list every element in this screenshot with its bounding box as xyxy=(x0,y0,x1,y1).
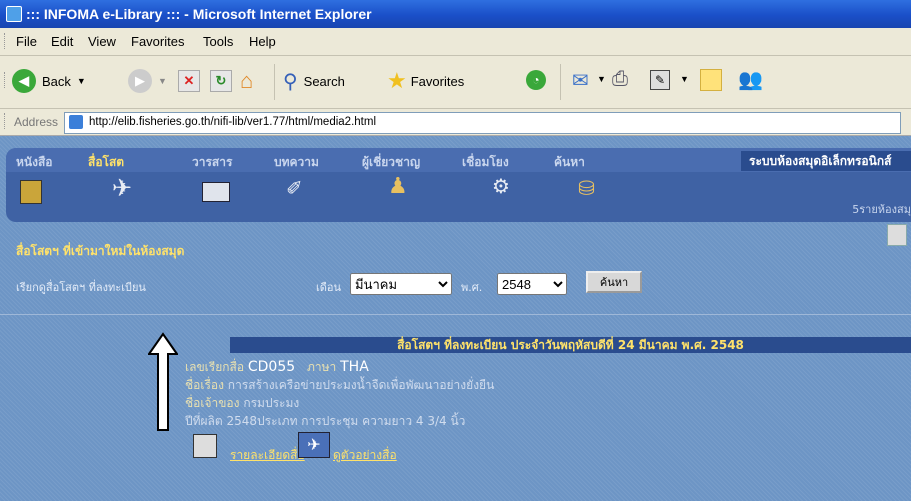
new-media-headline: สื่อโสตฯ ที่เข้ามาใหม่ในห้องสมุด xyxy=(16,244,185,258)
menu-bar: File Edit View Favorites Tools Help xyxy=(0,28,911,56)
toolbar: ◀ Back ▼ ▶ ▼ ✕ ↻ ⌂ ⚲ Search ★ Favorites … xyxy=(0,56,911,109)
menu-edit[interactable]: Edit xyxy=(51,34,73,49)
edit-dropdown-icon[interactable]: ▼ xyxy=(680,74,689,84)
favorites-star-icon: ★ xyxy=(387,68,407,93)
tab-articles[interactable]: บทความ xyxy=(274,153,319,172)
link-icon[interactable]: ⚙ xyxy=(492,174,510,198)
language-value: THA xyxy=(340,359,369,375)
site-nav-tabs: หนังสือ สื่อโสต วารสาร บทความ ผู้เชี่ยวช… xyxy=(6,148,911,172)
toolbar-separator xyxy=(274,64,275,100)
menu-favorites[interactable]: Favorites xyxy=(131,34,184,49)
owner-line: ชื่อเจ้าของ กรมประมง xyxy=(185,394,299,413)
menu-help[interactable]: Help xyxy=(249,34,276,49)
owner-value: กรมประมง xyxy=(243,396,300,410)
content-divider xyxy=(0,314,911,315)
back-arrow-icon: ◀ xyxy=(12,69,36,93)
back-dropdown-icon[interactable]: ▼ xyxy=(77,76,86,86)
site-nav: หนังสือ สื่อโสต วารสาร บทความ ผู้เชี่ยวช… xyxy=(6,148,911,222)
year-select[interactable]: 2548 xyxy=(497,273,567,295)
menu-file[interactable]: File xyxy=(16,34,37,49)
back-button[interactable]: ◀ Back ▼ xyxy=(12,69,86,93)
window-titlebar: ::: INFOMA e-Library ::: - Microsoft Int… xyxy=(0,0,911,28)
annotation-arrow-icon xyxy=(148,332,178,431)
favorites-label: Favorites xyxy=(410,73,465,89)
book-icon[interactable] xyxy=(20,180,42,204)
media-thumbnail-icon[interactable]: ✈ xyxy=(298,432,330,458)
tab-journals[interactable]: วารสาร xyxy=(192,153,232,172)
refresh-icon[interactable]: ↻ xyxy=(210,70,232,92)
search-button[interactable]: ⚲ Search xyxy=(283,69,345,94)
filter-label: เรียกดูสื่อโสตฯ ที่ลงทะเบียน xyxy=(16,281,146,294)
back-label: Back xyxy=(42,73,71,89)
title-line: ชื่อเรื่อง การสร้างเครือข่ายประมงน้ำจืดเ… xyxy=(185,376,494,395)
edit-icon[interactable]: ✎ xyxy=(650,70,670,90)
address-url[interactable]: http://elib.fisheries.go.th/nifi-lib/ver… xyxy=(89,116,376,128)
user-info: 5รายห้องสมุ xyxy=(852,203,911,216)
address-bar: Address http://elib.fisheries.go.th/nifi… xyxy=(0,109,911,136)
language-key: ภาษา xyxy=(306,360,337,374)
home-icon[interactable]: ⌂ xyxy=(240,68,253,94)
month-select[interactable]: มีนาคม xyxy=(350,273,452,295)
media-code: CD055 xyxy=(247,359,296,375)
journal-icon[interactable] xyxy=(202,182,230,202)
media-search-button[interactable]: ค้นหา xyxy=(586,271,642,293)
favorites-button[interactable]: ★ Favorites xyxy=(387,68,464,94)
article-icon[interactable]: ✐ xyxy=(286,176,303,200)
expert-icon[interactable]: ♟ xyxy=(388,174,408,199)
tab-experts[interactable]: ผู้เชี่ยวชาญ xyxy=(362,153,420,172)
page-icon xyxy=(69,115,83,129)
title-value: การสร้างเครือข่ายประมงน้ำจืดเพื่อพัฒนาอย… xyxy=(227,378,495,392)
search-label: Search xyxy=(303,74,345,89)
toolbar-grip xyxy=(4,72,8,88)
toolbar-separator-2 xyxy=(560,64,561,100)
month-label: เดือน xyxy=(316,281,342,294)
menu-view[interactable]: View xyxy=(88,34,116,49)
tab-books[interactable]: หนังสือ xyxy=(16,153,53,172)
media-code-key: เลขเรียกสื่อ xyxy=(185,360,245,374)
listing-header: สื่อโสตฯ ที่ลงทะเบียน ประจำวันพฤหัสบดีที… xyxy=(230,337,911,353)
detail-doc-icon[interactable] xyxy=(193,434,217,458)
media-code-line: เลขเรียกสื่อ CD055 ภาษา THA xyxy=(185,358,369,377)
tab-search[interactable]: ค้นหา xyxy=(554,153,585,172)
discuss-icon[interactable] xyxy=(700,69,722,91)
history-icon[interactable]: ◔ xyxy=(526,70,546,90)
year-label: พ.ศ. xyxy=(461,281,483,294)
tab-links[interactable]: เชื่อมโยง xyxy=(462,153,509,172)
system-title: ระบบห้องสมุดอิเล็กทรอนิกส์ xyxy=(741,151,911,171)
mail-icon[interactable]: ✉ xyxy=(572,68,589,93)
mail-dropdown-icon[interactable]: ▼ xyxy=(597,74,606,84)
media-icon[interactable]: ✈ xyxy=(112,174,132,202)
detail-link[interactable]: รายละเอียดสื่อ xyxy=(230,446,305,465)
owner-key: ชื่อเจ้าของ xyxy=(185,396,240,410)
search-icon: ⚲ xyxy=(283,71,298,93)
side-printer-icon[interactable] xyxy=(887,224,907,246)
forward-button[interactable]: ▶ ▼ xyxy=(128,69,167,93)
stop-icon[interactable]: ✕ xyxy=(178,70,200,92)
title-key: ชื่อเรื่อง xyxy=(185,378,224,392)
forward-dropdown-icon[interactable]: ▼ xyxy=(158,76,167,86)
search-nav-icon[interactable]: ⛁ xyxy=(578,176,595,200)
view-sample-link[interactable]: ดูตัวอย่างสื่อ xyxy=(333,446,397,465)
ie-logo-icon xyxy=(6,6,22,22)
address-input[interactable]: http://elib.fisheries.go.th/nifi-lib/ver… xyxy=(64,112,901,134)
menu-tools[interactable]: Tools xyxy=(203,34,233,49)
forward-arrow-icon: ▶ xyxy=(128,69,152,93)
print-icon[interactable]: ⎙ xyxy=(612,68,628,91)
address-grip xyxy=(4,113,8,129)
tab-media[interactable]: สื่อโสต xyxy=(88,153,124,172)
meta-line: ปีที่ผลิต 2548ประเภท การประชุม ความยาว 4… xyxy=(185,414,466,428)
window-title: ::: INFOMA e-Library ::: - Microsoft Int… xyxy=(26,6,372,22)
messenger-icon[interactable]: 👥 xyxy=(738,67,763,92)
menu-grip xyxy=(4,33,8,49)
web-page: หนังสือ สื่อโสต วารสาร บทความ ผู้เชี่ยวช… xyxy=(0,136,911,501)
address-label: Address xyxy=(14,115,59,129)
